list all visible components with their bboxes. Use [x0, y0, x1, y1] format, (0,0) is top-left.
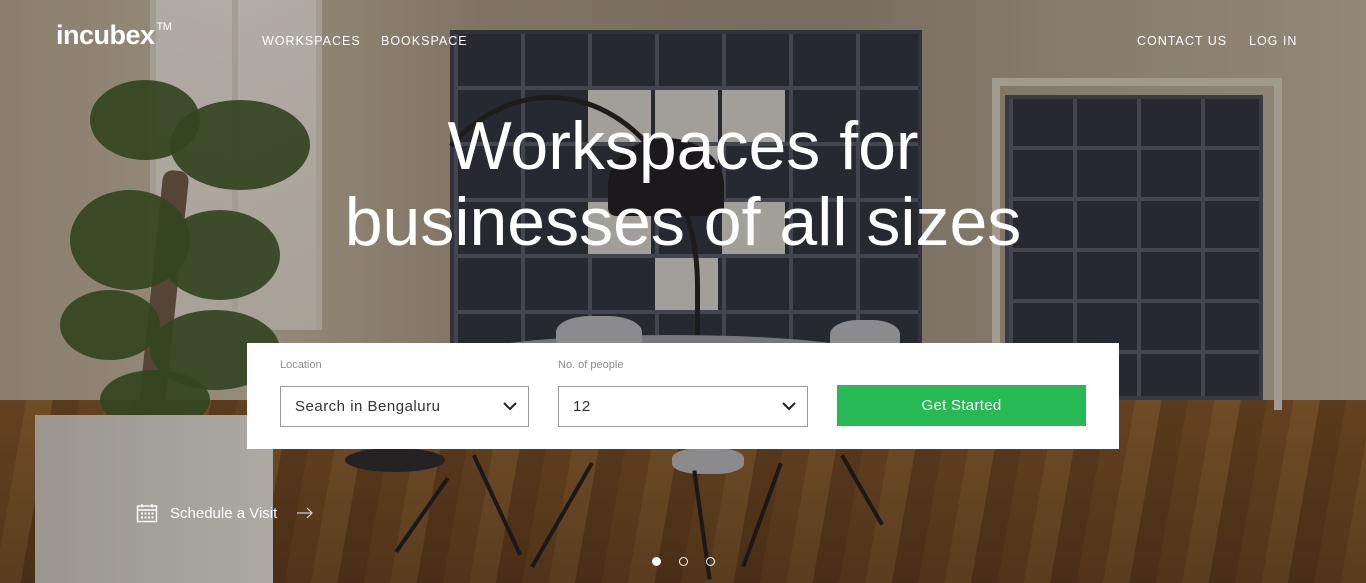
chevron-down-icon [503, 402, 517, 411]
schedule-visit-label: Schedule a Visit [170, 504, 278, 522]
brand-logo[interactable]: incubex TM [56, 20, 172, 51]
people-value: 12 [573, 398, 591, 415]
location-value: Search in Bengaluru [295, 398, 441, 415]
nav-log-in[interactable]: LOG IN [1249, 34, 1297, 48]
brand-name: incubex [56, 20, 155, 50]
location-label: Location [280, 359, 322, 371]
search-card: Location Search in Bengaluru No. of peop… [247, 343, 1119, 449]
hero-title-line-2: businesses of all sizes [344, 184, 1022, 260]
carousel-dot-1[interactable] [652, 557, 661, 566]
nav-contact-us[interactable]: CONTACT US [1137, 34, 1227, 48]
carousel-pagination [652, 557, 715, 566]
chevron-down-icon [782, 402, 796, 411]
arrow-right-icon [297, 507, 314, 519]
hero-title-line-1: Workspaces for [447, 108, 919, 184]
schedule-visit-link[interactable]: Schedule a Visit [136, 503, 314, 523]
carousel-dot-2[interactable] [679, 557, 688, 566]
nav-bookspace[interactable]: BOOKSPACE [381, 34, 468, 48]
get-started-button[interactable]: Get Started [837, 385, 1086, 426]
carousel-dot-3[interactable] [706, 557, 715, 566]
hero-background-image [0, 0, 1366, 583]
calendar-icon [136, 504, 158, 523]
people-select[interactable]: 12 [558, 386, 808, 427]
nav-workspaces[interactable]: WORKSPACES [262, 34, 361, 48]
hero-title: Workspaces for businesses of all sizes [0, 108, 1366, 260]
trademark-mark: TM [156, 21, 172, 33]
people-label: No. of people [558, 359, 624, 371]
location-select[interactable]: Search in Bengaluru [280, 386, 529, 427]
